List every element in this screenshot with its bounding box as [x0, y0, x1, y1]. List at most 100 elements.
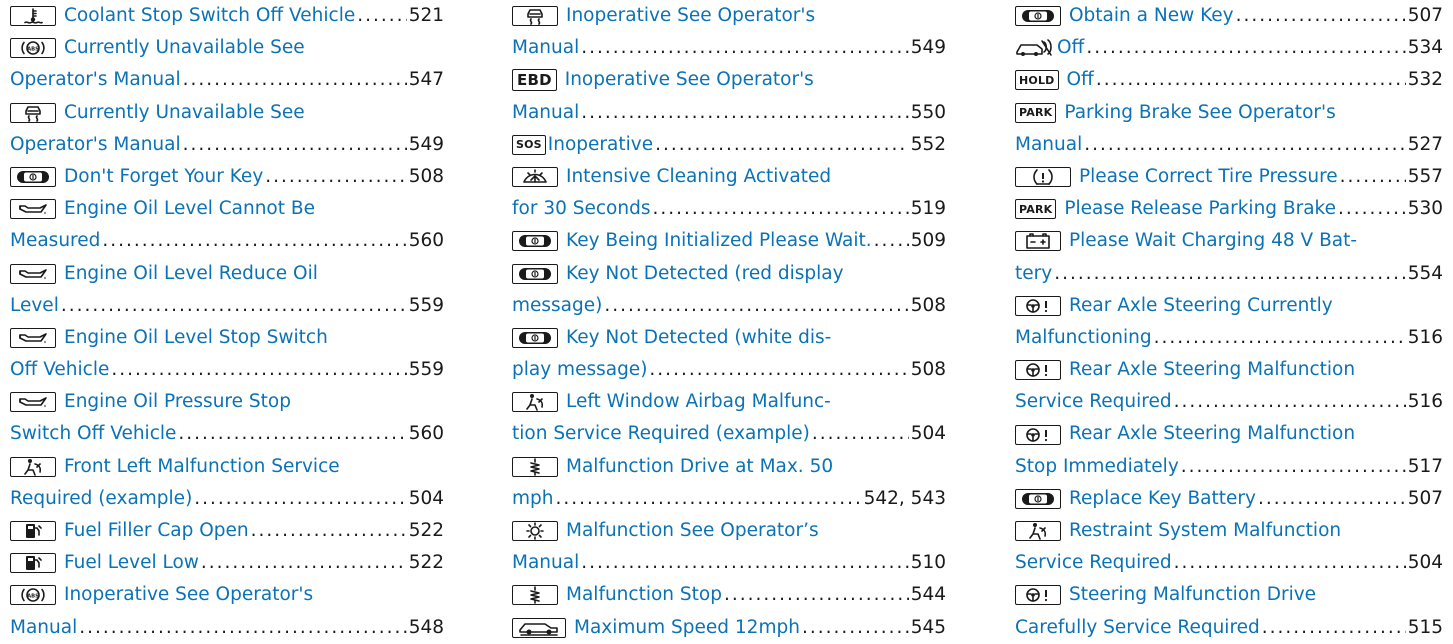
page-number[interactable]: 542, 543 — [864, 483, 946, 515]
index-entry-link[interactable]: tery — [1015, 258, 1052, 290]
page-number[interactable]: 544 — [911, 579, 946, 611]
index-entry-link[interactable]: message) — [512, 290, 602, 322]
index-entry-link[interactable]: tion Service Required (example) — [512, 418, 810, 450]
index-entry-link[interactable]: Replace Key Battery — [1069, 483, 1256, 515]
page-number[interactable]: 549 — [911, 32, 946, 64]
index-entry-link[interactable]: Rear Axle Steering Malfunction — [1069, 418, 1355, 450]
index-entry-link[interactable]: Malfunction Stop — [566, 579, 722, 611]
index-entry-link[interactable]: Left Window Airbag Malfunc- — [566, 386, 831, 418]
index-entry-link[interactable]: Key Not Detected (red display — [566, 258, 844, 290]
index-entry-link[interactable]: Fuel Level Low — [64, 547, 199, 579]
index-entry-link[interactable]: Manual — [10, 612, 77, 644]
page-number[interactable]: 504 — [409, 483, 444, 515]
page-number[interactable]: 517 — [1408, 451, 1443, 483]
index-entry-link[interactable]: Level — [10, 290, 59, 322]
index-entry-link[interactable]: Inoperative See Operator's — [565, 64, 814, 96]
page-number[interactable]: 547 — [409, 64, 444, 96]
page-number[interactable]: 560 — [409, 225, 444, 257]
index-entry-link[interactable]: Intensive Cleaning Activated — [566, 161, 831, 193]
index-entry-link[interactable]: Carefully Service Required — [1015, 612, 1260, 644]
page-number[interactable]: 516 — [1408, 322, 1443, 354]
page-number[interactable]: 548 — [409, 612, 444, 644]
index-entry-link[interactable]: Key Not Detected (white dis- — [566, 322, 831, 354]
index-entry-link[interactable]: Steering Malfunction Drive — [1069, 579, 1316, 611]
page-number[interactable]: 545 — [911, 612, 946, 644]
page-number[interactable]: 554 — [1408, 258, 1443, 290]
page-number[interactable]: 516 — [1408, 386, 1443, 418]
page-number[interactable]: 509 — [911, 225, 946, 257]
index-entry-link[interactable]: Operator's Manual — [10, 129, 181, 161]
index-entry-link[interactable]: Please Correct Tire Pressure — [1079, 161, 1338, 193]
index-entry-link[interactable]: Rear Axle Steering Currently — [1069, 290, 1333, 322]
index-entry-line: Maximum Speed 12mph 545 — [512, 612, 946, 644]
page-number[interactable]: 515 — [1408, 612, 1443, 644]
index-entry-link[interactable]: Please Release Parking Brake — [1064, 193, 1336, 225]
page-number[interactable]: 552 — [911, 129, 946, 161]
page-number[interactable]: 507 — [1408, 483, 1443, 515]
index-entry-link[interactable]: Maximum Speed 12mph — [574, 612, 800, 644]
page-number[interactable]: 521 — [409, 0, 444, 32]
index-entry-link[interactable]: Malfunction Drive at Max. 50 — [566, 451, 833, 483]
index-entry-link[interactable]: Manual — [512, 97, 579, 129]
index-entry-link[interactable]: mph — [512, 483, 554, 515]
index-entry-link[interactable]: Please Wait Charging 48 V Bat- — [1069, 225, 1357, 257]
page-number[interactable]: 532 — [1408, 64, 1443, 96]
page-number[interactable]: 557 — [1408, 161, 1443, 193]
page-number[interactable]: 508 — [911, 290, 946, 322]
index-entry-link[interactable]: Operator's Manual — [10, 64, 181, 96]
index-entry-link[interactable]: Service Required — [1015, 547, 1172, 579]
index-entry-link[interactable]: Inoperative — [548, 129, 653, 161]
page-number[interactable]: 559 — [409, 290, 444, 322]
index-entry-link[interactable]: Front Left Malfunction Service — [64, 451, 340, 483]
page-number[interactable]: 560 — [409, 418, 444, 450]
index-entry-line: Key Not Detected (red display — [512, 258, 946, 290]
index-entry-link[interactable]: Don't Forget Your Key — [64, 161, 263, 193]
index-entry-link[interactable]: Engine Oil Level Cannot Be — [64, 193, 315, 225]
index-entry-link[interactable]: Currently Unavailable See — [64, 97, 305, 129]
page-number[interactable]: 549 — [409, 129, 444, 161]
index-entry-link[interactable]: Parking Brake See Operator's — [1064, 97, 1335, 129]
index-entry-link[interactable]: Required (example) — [10, 483, 192, 515]
page-number[interactable]: 504 — [911, 418, 946, 450]
index-entry-link[interactable]: Switch Off Vehicle — [10, 418, 176, 450]
index-entry-link[interactable]: Off — [1067, 64, 1094, 96]
index-entry-link[interactable]: Service Required — [1015, 386, 1172, 418]
page-number[interactable]: 550 — [911, 97, 946, 129]
index-entry-link[interactable]: Inoperative See Operator's — [566, 0, 815, 32]
page-number[interactable]: 559 — [409, 354, 444, 386]
page-number[interactable]: 508 — [409, 161, 444, 193]
index-entry-link[interactable]: Malfunctioning — [1015, 322, 1152, 354]
index-entry-link[interactable]: Engine Oil Level Stop Switch — [64, 322, 328, 354]
page-number[interactable]: 527 — [1408, 129, 1443, 161]
page-number[interactable]: 534 — [1408, 32, 1443, 64]
index-entry-link[interactable]: Manual — [512, 547, 579, 579]
index-entry-link[interactable]: Restraint System Malfunction — [1069, 515, 1341, 547]
page-number[interactable]: 522 — [409, 515, 444, 547]
page-number[interactable]: 507 — [1408, 0, 1443, 32]
page-number[interactable]: 510 — [911, 547, 946, 579]
page-number[interactable]: 508 — [911, 354, 946, 386]
index-entry-link[interactable]: Malfunction See Operator’s — [566, 515, 819, 547]
index-entry-link[interactable]: Stop Immediately — [1015, 451, 1179, 483]
index-entry-link[interactable]: Manual — [1015, 129, 1082, 161]
index-entry-link[interactable]: Engine Oil Level Reduce Oil — [64, 258, 318, 290]
index-entry-link[interactable]: Coolant Stop Switch Off Vehicle — [64, 0, 355, 32]
page-number[interactable]: 522 — [409, 547, 444, 579]
index-entry-link[interactable]: Obtain a New Key — [1069, 0, 1234, 32]
index-entry-link[interactable]: Key Being Initialized Please Wait. — [566, 225, 872, 257]
index-entry-link[interactable]: Off Vehicle — [10, 354, 109, 386]
index-entry-link[interactable]: Inoperative See Operator's — [64, 579, 313, 611]
index-entry-link[interactable]: Currently Unavailable See — [64, 32, 305, 64]
index-entry-link[interactable]: Off — [1057, 32, 1084, 64]
index-entry-link[interactable]: play message) — [512, 354, 647, 386]
index-entry-link[interactable]: Fuel Filler Cap Open — [64, 515, 249, 547]
page-number[interactable]: 504 — [1408, 547, 1443, 579]
page-number[interactable]: 519 — [911, 193, 946, 225]
index-entry-link[interactable]: Rear Axle Steering Malfunction — [1069, 354, 1355, 386]
page-number[interactable]: 530 — [1408, 193, 1443, 225]
index-entry-link[interactable]: Measured — [10, 225, 100, 257]
index-entry: Key Not Detected (white dis-play message… — [512, 322, 946, 386]
index-entry-link[interactable]: Engine Oil Pressure Stop — [64, 386, 291, 418]
index-entry-link[interactable]: Manual — [512, 32, 579, 64]
index-entry-link[interactable]: for 30 Seconds — [512, 193, 650, 225]
